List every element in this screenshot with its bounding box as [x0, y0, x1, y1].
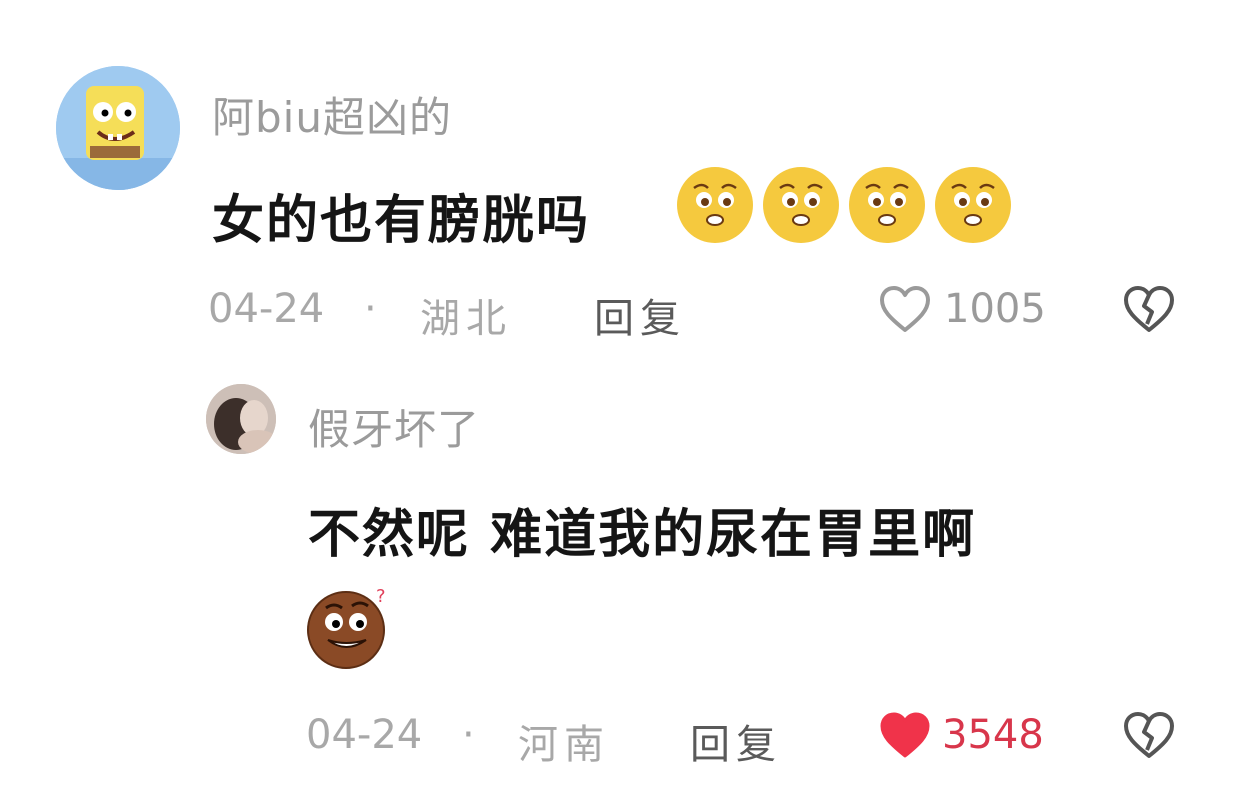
reply-button[interactable]: 回复	[690, 712, 782, 770]
portrait-avatar-icon	[206, 384, 276, 454]
like-count: 3548	[942, 712, 1044, 758]
heart-filled-icon[interactable]	[878, 710, 932, 760]
username[interactable]: 假牙坏了	[308, 396, 480, 457]
svg-text:?: ?	[376, 586, 386, 607]
avatar[interactable]	[206, 384, 276, 454]
comment-date: 04-24	[306, 712, 423, 758]
comment-location: 河南	[518, 722, 610, 768]
confused-grin-icon: ?	[307, 586, 386, 669]
reply-thread: 假牙坏了 不然呢 难道我的尿在胃里啊 ? 04-24 · 河南 回复 3548	[0, 0, 1242, 796]
meta-separator: ·	[462, 712, 475, 758]
comment-text: 不然呢 难道我的尿在胃里啊	[308, 505, 977, 565]
broken-heart-icon[interactable]	[1122, 708, 1176, 762]
